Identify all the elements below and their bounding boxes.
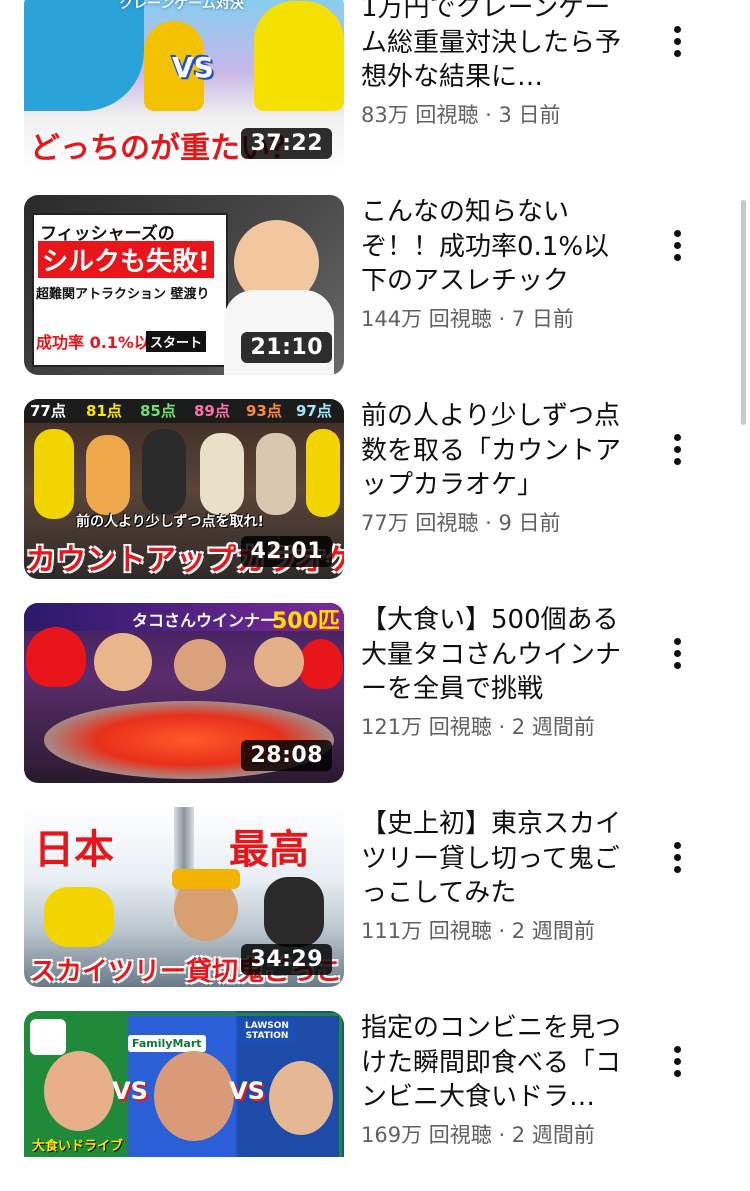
upload-age: 2 週間前 [511,919,595,943]
video-title[interactable]: 指定のコンビニを見つけた瞬間即食べる「コンビニ大食いドライブ」 [361,1011,621,1115]
video-list: クレーンゲーム対決 VS どっちのが重たい？ 37:22 1万円でクレーンゲーム… [0,0,750,1157]
upload-age: 3 日前 [498,103,561,127]
video-title[interactable]: 1万円でクレーンゲーム総重量対決したら予想外な結果に… [361,0,621,95]
thumbnail-score: 97点 [296,402,332,420]
thumbnail-sign-line5: スタート [146,331,207,352]
video-thumbnail[interactable]: 日本 最高 スカイツリー貸切鬼ごっこ 34:29 [24,807,344,987]
video-thumbnail[interactable]: FamilyMart LAWSON STATION VS VS 大食いドライブ [24,1011,344,1157]
thumbnail-score: 89点 [194,402,230,420]
thumbnail-image: FamilyMart LAWSON STATION VS VS 大食いドライブ [24,1011,344,1157]
thumbnail-score: 81点 [86,402,122,420]
video-info[interactable]: 【史上初】東京スカイツリー貸し切って鬼ごっこしてみた 111万 回視聴 · 2 … [361,807,621,945]
thumbnail-score: 93点 [246,402,282,420]
more-options-icon[interactable] [662,1038,692,1084]
video-duration: 21:10 [241,332,332,363]
more-options-icon[interactable] [662,834,692,880]
view-count: 77万 回視聴 [361,511,479,535]
meta-separator: · [491,715,512,739]
video-title[interactable]: こんなの知らないぞ！！成功率0.1%以下のアスレチック [361,195,621,299]
video-info[interactable]: 1万円でクレーンゲーム総重量対決したら予想外な結果に… 83万 回視聴 · 3 … [361,0,621,129]
thumbnail-store-right: LAWSON STATION [238,1019,296,1043]
thumbnail-banner: タコさんウインナー [132,611,277,630]
video-duration: 42:01 [241,536,332,567]
thumbnail-count: 500匹 [272,609,340,634]
thumbnail-score: 77点 [30,402,66,420]
thumbnail-sign-line2: シルクも失敗! [38,241,214,278]
upload-age: 2 週間前 [511,1123,595,1147]
view-count: 169万 回視聴 [361,1123,492,1147]
video-info[interactable]: 前の人より少しずつ点数を取る「カウントアップカラオケ」 77万 回視聴 · 9 … [361,399,621,537]
upload-age: 2 週間前 [511,715,595,739]
video-meta: 121万 回視聴 · 2 週間前 [361,711,621,741]
thumbnail-score: 85点 [140,402,176,420]
video-meta: 144万 回視聴 · 7 日前 [361,303,621,333]
thumbnail-sign-line3: 超難関アトラクション 壁渡り [36,287,210,302]
thumbnail-store-left: FamilyMart [128,1035,206,1052]
thumbnail-vs-left: VS [112,1077,148,1105]
video-duration: 34:29 [241,944,332,975]
meta-separator: · [491,1123,512,1147]
video-meta: 169万 回視聴 · 2 週間前 [361,1119,621,1149]
video-thumbnail[interactable]: タコさんウインナー 500匹 28:08 [24,603,344,783]
view-count: 121万 回視聴 [361,715,492,739]
video-item[interactable]: FamilyMart LAWSON STATION VS VS 大食いドライブ … [0,1011,750,1191]
video-title[interactable]: 【大食い】500個ある大量タコさんウインナーを全員で挑戦 [361,603,621,707]
meta-separator: · [478,103,499,127]
video-title[interactable]: 【史上初】東京スカイツリー貸し切って鬼ごっこしてみた [361,807,621,911]
view-count: 83万 回視聴 [361,103,479,127]
more-options-icon[interactable] [662,222,692,268]
video-item[interactable]: クレーンゲーム対決 VS どっちのが重たい？ 37:22 1万円でクレーンゲーム… [0,0,750,171]
video-info[interactable]: 【大食い】500個ある大量タコさんウインナーを全員で挑戦 121万 回視聴 · … [361,603,621,741]
scrollbar[interactable] [741,200,746,425]
video-info[interactable]: 指定のコンビニを見つけた瞬間即食べる「コンビニ大食いドライブ」 169万 回視聴… [361,1011,621,1149]
view-count: 111万 回視聴 [361,919,492,943]
meta-separator: · [478,511,499,535]
video-title[interactable]: 前の人より少しずつ点数を取る「カウントアップカラオケ」 [361,399,621,503]
video-thumbnail[interactable]: クレーンゲーム対決 VS どっちのが重たい？ 37:22 [24,0,344,171]
meta-separator: · [491,919,512,943]
video-duration: 37:22 [241,128,332,159]
video-item[interactable]: 日本 最高 スカイツリー貸切鬼ごっこ 34:29 【史上初】東京スカイツリー貸し… [0,807,750,987]
view-count: 144万 回視聴 [361,307,492,331]
thumbnail-right-text: 最高 [229,827,309,873]
thumbnail-vs-right: VS [229,1077,265,1105]
upload-age: 7 日前 [511,307,574,331]
upload-age: 9 日前 [498,511,561,535]
video-thumbnail[interactable]: 77点 81点 85点 89点 93点 97点 前の人より少しずつ点を取れ! カ… [24,399,344,579]
video-item[interactable]: フィッシャーズの シルクも失敗! 超難関アトラクション 壁渡り 成功率 0.1%… [0,195,750,375]
video-item[interactable]: タコさんウインナー 500匹 28:08 【大食い】500個ある大量タコさんウイ… [0,603,750,783]
video-thumbnail[interactable]: フィッシャーズの シルクも失敗! 超難関アトラクション 壁渡り 成功率 0.1%… [24,195,344,375]
thumbnail-vs-text: VS [172,51,214,84]
thumbnail-left-text: 日本 [34,827,114,873]
more-options-icon[interactable] [662,426,692,472]
thumbnail-top-text: クレーンゲーム対決 [119,0,244,12]
video-duration: 28:08 [241,740,332,771]
video-meta: 77万 回視聴 · 9 日前 [361,507,621,537]
more-options-icon[interactable] [662,18,692,64]
meta-separator: · [491,307,512,331]
more-options-icon[interactable] [662,630,692,676]
thumbnail-caption: 大食いドライブ [32,1139,124,1154]
thumbnail-subtitle: 前の人より少しずつ点を取れ! [76,514,264,530]
video-item[interactable]: 77点 81点 85点 89点 93点 97点 前の人より少しずつ点を取れ! カ… [0,399,750,579]
video-meta: 83万 回視聴 · 3 日前 [361,99,621,129]
video-meta: 111万 回視聴 · 2 週間前 [361,915,621,945]
video-info[interactable]: こんなの知らないぞ！！成功率0.1%以下のアスレチック 144万 回視聴 · 7… [361,195,621,333]
